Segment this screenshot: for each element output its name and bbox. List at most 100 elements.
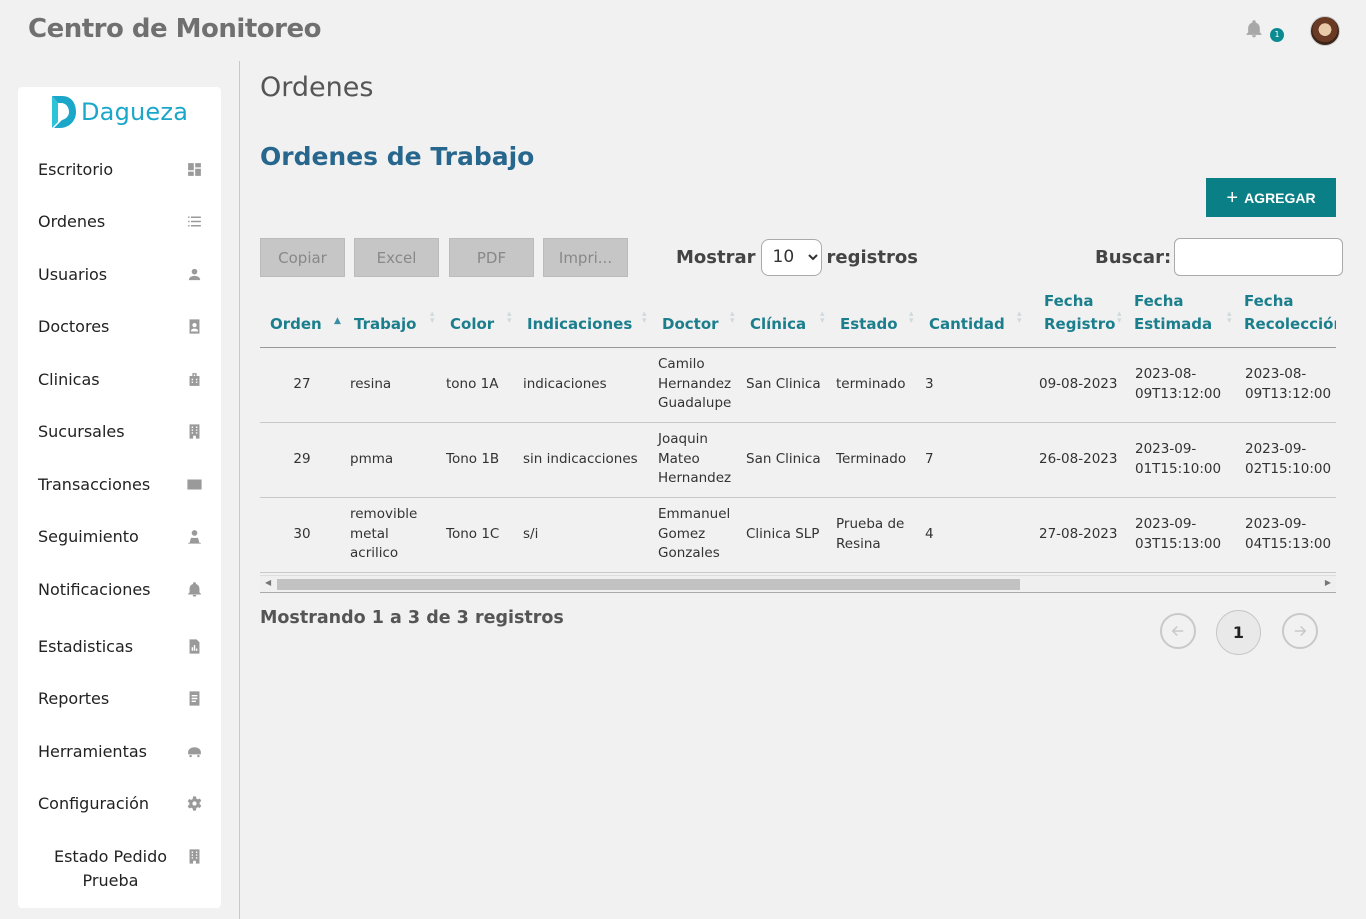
- sidebar-item-label: Sucursales: [38, 421, 125, 441]
- notification-count-badge: 1: [1270, 28, 1284, 42]
- scroll-left-icon[interactable]: ◀: [265, 578, 271, 587]
- column-header-indicaciones[interactable]: Indicaciones ▴ ▾: [517, 284, 652, 348]
- cell-estado: Prueba de Resina: [830, 497, 919, 573]
- sort-icon: ▴ ▾: [820, 308, 825, 326]
- dashboard-icon: [185, 160, 203, 178]
- sort-icon: ▴ ▾: [1227, 308, 1232, 326]
- sidebar-item-label: Usuarios: [38, 264, 108, 284]
- page-length-control: Mostrar 10 registros: [676, 238, 918, 276]
- column-header-fecha-estimada[interactable]: Fecha Estimada ▴ ▾: [1127, 284, 1237, 348]
- page-number-button[interactable]: 1: [1216, 610, 1261, 655]
- dagueza-logo-icon: [52, 96, 76, 128]
- cell-fecha-recoleccion: 2023-09-04T15:13:00: [1237, 497, 1336, 573]
- page-length-select[interactable]: 10: [760, 238, 822, 276]
- sort-icon: ▴ ▾: [730, 308, 735, 326]
- orders-table-container: Orden ▲ Trabajo ▴ ▾ Color ▴ ▾ Indicaciones ▴ ▾ …: [260, 284, 1336, 592]
- search-label: Buscar:: [1095, 246, 1172, 268]
- column-header-estado[interactable]: Estado ▴ ▾: [830, 284, 919, 348]
- column-header-trabajo[interactable]: Trabajo ▴ ▾: [344, 284, 440, 348]
- page-title: Ordenes: [260, 72, 374, 103]
- sidebar-item-label: Estadisticas: [38, 636, 134, 656]
- wallet-icon: [185, 475, 203, 493]
- column-header-fecha-recoleccion[interactable]: Fecha Recolección: [1237, 284, 1336, 348]
- notifications-bell-button[interactable]: 1: [1244, 18, 1284, 42]
- sidebar-item-transacciones[interactable]: Transacciones: [38, 469, 203, 499]
- previous-page-button[interactable]: [1160, 613, 1196, 649]
- cell-fecha-recoleccion: 2023-09-02T15:10:00: [1237, 422, 1336, 498]
- sort-icon: ▴ ▾: [1117, 308, 1122, 326]
- sidebar-item-estado-pedido-prueba[interactable]: Estado Pedido Prueba: [38, 843, 203, 895]
- cell-fecha-registro: 27-08-2023: [1027, 497, 1127, 573]
- sidebar-item-herramientas[interactable]: Herramientas: [38, 736, 203, 766]
- table-horizontal-scrollbar[interactable]: ◀ ▶: [260, 575, 1336, 591]
- cell-trabajo: removible metal acrilico: [344, 497, 440, 573]
- sidebar-item-label: Notificaciones: [38, 579, 151, 599]
- sidebar-item-clinicas[interactable]: Clinicas: [38, 364, 203, 394]
- sidebar-item-label: Estado Pedido Prueba: [53, 847, 168, 890]
- cell-trabajo: resina: [344, 347, 440, 423]
- column-header-doctor[interactable]: Doctor ▴ ▾: [652, 284, 740, 348]
- user-avatar[interactable]: [1310, 16, 1340, 46]
- sidebar-item-reportes[interactable]: Reportes: [38, 683, 203, 713]
- column-header-color[interactable]: Color ▴ ▾: [440, 284, 517, 348]
- pdf-button[interactable]: PDF: [449, 238, 534, 277]
- arrow-right-icon: [1294, 625, 1307, 637]
- sidebar-item-label: Ordenes: [38, 211, 106, 231]
- sidebar-item-label: Clinicas: [38, 369, 100, 389]
- cell-color: Tono 1C: [440, 497, 517, 573]
- document-icon: [185, 689, 203, 707]
- chart-file-icon: [185, 637, 203, 655]
- copy-button[interactable]: Copiar: [260, 238, 345, 277]
- column-header-fecha-registro[interactable]: Fecha Registro ▴ ▾: [1027, 284, 1127, 348]
- cell-orden: 27: [260, 347, 344, 423]
- sidebar-item-escritorio[interactable]: Escritorio: [38, 154, 203, 184]
- table-row[interactable]: 30 removible metal acrilico Tono 1C s/i …: [260, 497, 1336, 573]
- column-header-cantidad[interactable]: Cantidad ▴ ▾: [919, 284, 1027, 348]
- sidebar-item-estadisticas[interactable]: Estadisticas: [38, 631, 203, 661]
- cell-color: tono 1A: [440, 347, 517, 423]
- cell-doctor: Emmanuel Gomez Gonzales: [652, 497, 740, 573]
- cell-fecha-recoleccion: 2023-08-09T13:12:00: [1237, 347, 1336, 423]
- orders-table: Orden ▲ Trabajo ▴ ▾ Color ▴ ▾ Indicaciones ▴ ▾ …: [260, 284, 1336, 573]
- cell-fecha-registro: 09-08-2023: [1027, 347, 1127, 423]
- search-input[interactable]: [1174, 238, 1344, 276]
- sidebar-divider: [239, 61, 240, 919]
- next-page-button[interactable]: [1282, 613, 1318, 649]
- column-header-orden[interactable]: Orden ▲: [260, 284, 344, 348]
- length-prefix: Mostrar: [676, 246, 756, 268]
- cell-fecha-registro: 26-08-2023: [1027, 422, 1127, 498]
- sidebar-item-configuracion[interactable]: Configuración: [38, 788, 203, 818]
- cell-fecha-estimada: 2023-09-03T15:13:00: [1127, 497, 1237, 573]
- sidebar-item-label: Transacciones: [38, 474, 151, 494]
- cell-estado: terminado: [830, 347, 919, 423]
- scrollbar-thumb[interactable]: [277, 579, 1020, 590]
- sidebar-item-seguimiento[interactable]: Seguimiento: [38, 521, 203, 551]
- scroll-right-icon[interactable]: ▶: [1325, 578, 1331, 587]
- table-header-row: Orden ▲ Trabajo ▴ ▾ Color ▴ ▾ Indicaciones ▴ ▾ …: [260, 284, 1336, 348]
- sidebar-item-label: Herramientas: [38, 741, 147, 761]
- sidebar-item-notificaciones[interactable]: Notificaciones: [38, 574, 203, 604]
- cell-cantidad: 7: [919, 422, 1027, 498]
- plus-icon: +: [1226, 186, 1239, 209]
- cell-cantidad: 4: [919, 497, 1027, 573]
- print-button[interactable]: Impri...: [543, 238, 628, 277]
- search-control: Buscar:: [1095, 238, 1344, 276]
- sidebar-item-ordenes[interactable]: Ordenes: [38, 206, 203, 236]
- building-icon: [185, 847, 203, 865]
- table-row[interactable]: 29 pmma Tono 1B sin indicacciones Joaqui…: [260, 422, 1336, 498]
- cell-indicaciones: sin indicacciones: [517, 422, 652, 498]
- cell-fecha-estimada: 2023-09-01T15:10:00: [1127, 422, 1237, 498]
- sort-icon: ▴ ▾: [1017, 308, 1022, 326]
- excel-button[interactable]: Excel: [354, 238, 439, 277]
- cell-orden: 30: [260, 497, 344, 573]
- add-button[interactable]: + AGREGAR: [1206, 178, 1336, 217]
- sidebar-item-usuarios[interactable]: Usuarios: [38, 259, 203, 289]
- table-info: Mostrando 1 a 3 de 3 registros: [260, 608, 564, 628]
- brand-logo[interactable]: Dagueza: [48, 92, 188, 132]
- table-row[interactable]: 27 resina tono 1A indicaciones Camilo He…: [260, 347, 1336, 423]
- sidebar-item-sucursales[interactable]: Sucursales: [38, 416, 203, 446]
- column-header-clinica[interactable]: Clínica ▴ ▾: [740, 284, 830, 348]
- sidebar-item-doctores[interactable]: Doctores: [38, 311, 203, 341]
- tracking-user-icon: [185, 527, 203, 545]
- cell-fecha-estimada: 2023-08-09T13:12:00: [1127, 347, 1237, 423]
